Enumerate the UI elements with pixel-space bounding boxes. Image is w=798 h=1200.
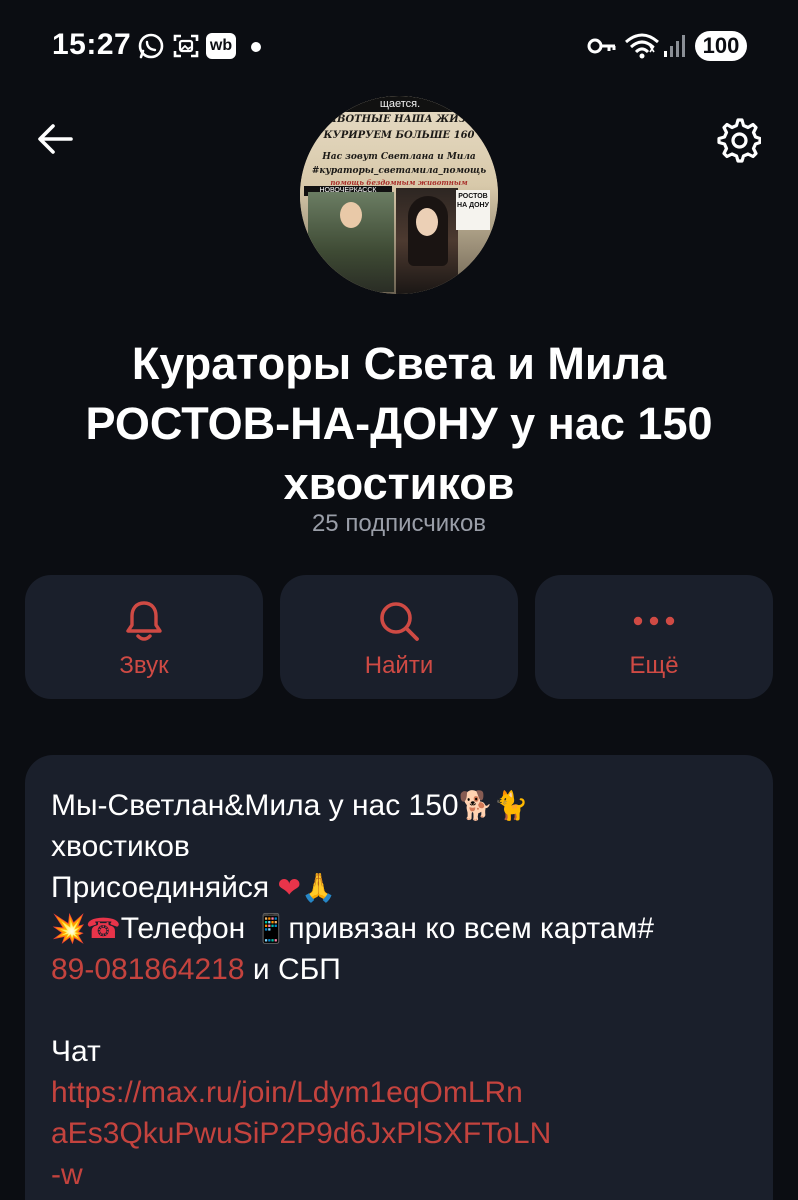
- search-button[interactable]: Найти: [280, 575, 518, 699]
- avatar-caption: Нас зовут Светлана и Мила: [322, 152, 476, 162]
- status-bar: 15:27 wb 100: [0, 0, 798, 92]
- chat-link[interactable]: -w: [51, 1158, 83, 1191]
- mobile-phone-emoji: 📱: [253, 912, 289, 945]
- description-text: привязан ко всем картам#: [288, 912, 654, 945]
- more-label: Ещё: [629, 652, 679, 679]
- subscriber-count: 25 подписчиков: [311, 510, 487, 537]
- more-dots-icon: [535, 597, 773, 645]
- chat-link-line: -w: [51, 1154, 751, 1195]
- channel-description: Мы-Светлан&Мила у нас 150🐕🐈 хвостиков Пр…: [51, 785, 751, 1195]
- avatar-image: щается. ЖИВОТНЫЕ НАША ЖИЗНЬ КУРИРУЕМ БОЛ…: [300, 96, 498, 294]
- search-label: Найти: [364, 652, 434, 679]
- channel-profile-screen: 15:27 wb 100 щается. ЖИВОТНЫЕ НАША ЖИЗНЬ…: [0, 0, 798, 1200]
- screenshot-icon: [171, 31, 201, 61]
- sound-button[interactable]: Звук: [25, 575, 263, 699]
- key-icon: [586, 31, 618, 61]
- chat-link-line: aEs3QkuPwuSiP2P9d6JxPlSXFToLN: [51, 1113, 751, 1154]
- description-line: Присоединяйся ❤🙏: [51, 867, 751, 908]
- notification-dot: [251, 42, 261, 52]
- avatar-caption: #кураторы_светамила_помощь: [311, 166, 487, 176]
- avatar-sign: РОСТОВ НА ДОНУ: [456, 190, 490, 230]
- phone-link[interactable]: 89-081864218: [51, 953, 245, 986]
- avatar-caption-top: щается.: [340, 96, 460, 112]
- channel-title: Кураторы Света и Мила РОСТОВ-НА-ДОНУ у н…: [85, 338, 713, 509]
- description-line: Мы-Светлан&Мила у нас 150🐕🐈: [51, 785, 751, 826]
- search-icon: [280, 597, 518, 645]
- description-text: Мы-Светлан&Мила у нас 150: [51, 789, 459, 822]
- description-line: хвостиков: [51, 826, 751, 867]
- channel-description-card: Мы-Светлан&Мила у нас 150🐕🐈 хвостиков Пр…: [25, 755, 773, 1200]
- description-line: Чат: [51, 1031, 751, 1072]
- channel-avatar[interactable]: щается. ЖИВОТНЫЕ НАША ЖИЗНЬ КУРИРУЕМ БОЛ…: [300, 96, 498, 294]
- back-button[interactable]: [30, 114, 80, 164]
- chat-link-line: https://max.ru/join/Ldym1eqOmLRn: [51, 1072, 751, 1113]
- avatar-caption: ЖИВОТНЫЕ НАША ЖИЗНЬ: [314, 114, 484, 125]
- chat-link[interactable]: https://max.ru/join/Ldym1eqOmLRn: [51, 1076, 523, 1109]
- back-arrow-icon: [38, 124, 73, 154]
- avatar-face: [340, 202, 362, 228]
- sound-label: Звук: [119, 652, 169, 679]
- battery-indicator: 100: [695, 31, 747, 61]
- whatsapp-icon: [136, 31, 166, 61]
- status-time: 15:27: [52, 28, 132, 61]
- bell-icon: [25, 597, 263, 645]
- description-text: хвостиков: [51, 830, 190, 863]
- description-text: и СБП: [244, 953, 341, 986]
- signal-icon: [662, 31, 688, 61]
- wifi-icon: [623, 31, 661, 61]
- settings-button[interactable]: [712, 114, 764, 166]
- wb-icon: wb: [206, 33, 236, 59]
- description-text: Присоединяйся: [51, 871, 270, 904]
- dog-cat-emoji: 🐕🐈: [458, 789, 529, 822]
- avatar-face: [416, 208, 438, 236]
- description-text: Телефон: [120, 912, 246, 945]
- gear-icon: [717, 118, 761, 163]
- chat-link[interactable]: aEs3QkuPwuSiP2P9d6JxPlSXFToLN: [51, 1117, 551, 1150]
- avatar-caption: КУРИРУЕМ БОЛЬШЕ 160: [323, 130, 475, 141]
- chat-label: Чат: [51, 1035, 101, 1068]
- heart-pray-emoji: ❤🙏: [277, 871, 336, 904]
- boom-phone-emoji: 💥☎: [51, 912, 121, 945]
- more-button[interactable]: Ещё: [535, 575, 773, 699]
- description-line: 89-081864218 и СБП: [51, 949, 751, 990]
- description-line: 💥☎Телефон 📱привязан ко всем картам#: [51, 908, 751, 949]
